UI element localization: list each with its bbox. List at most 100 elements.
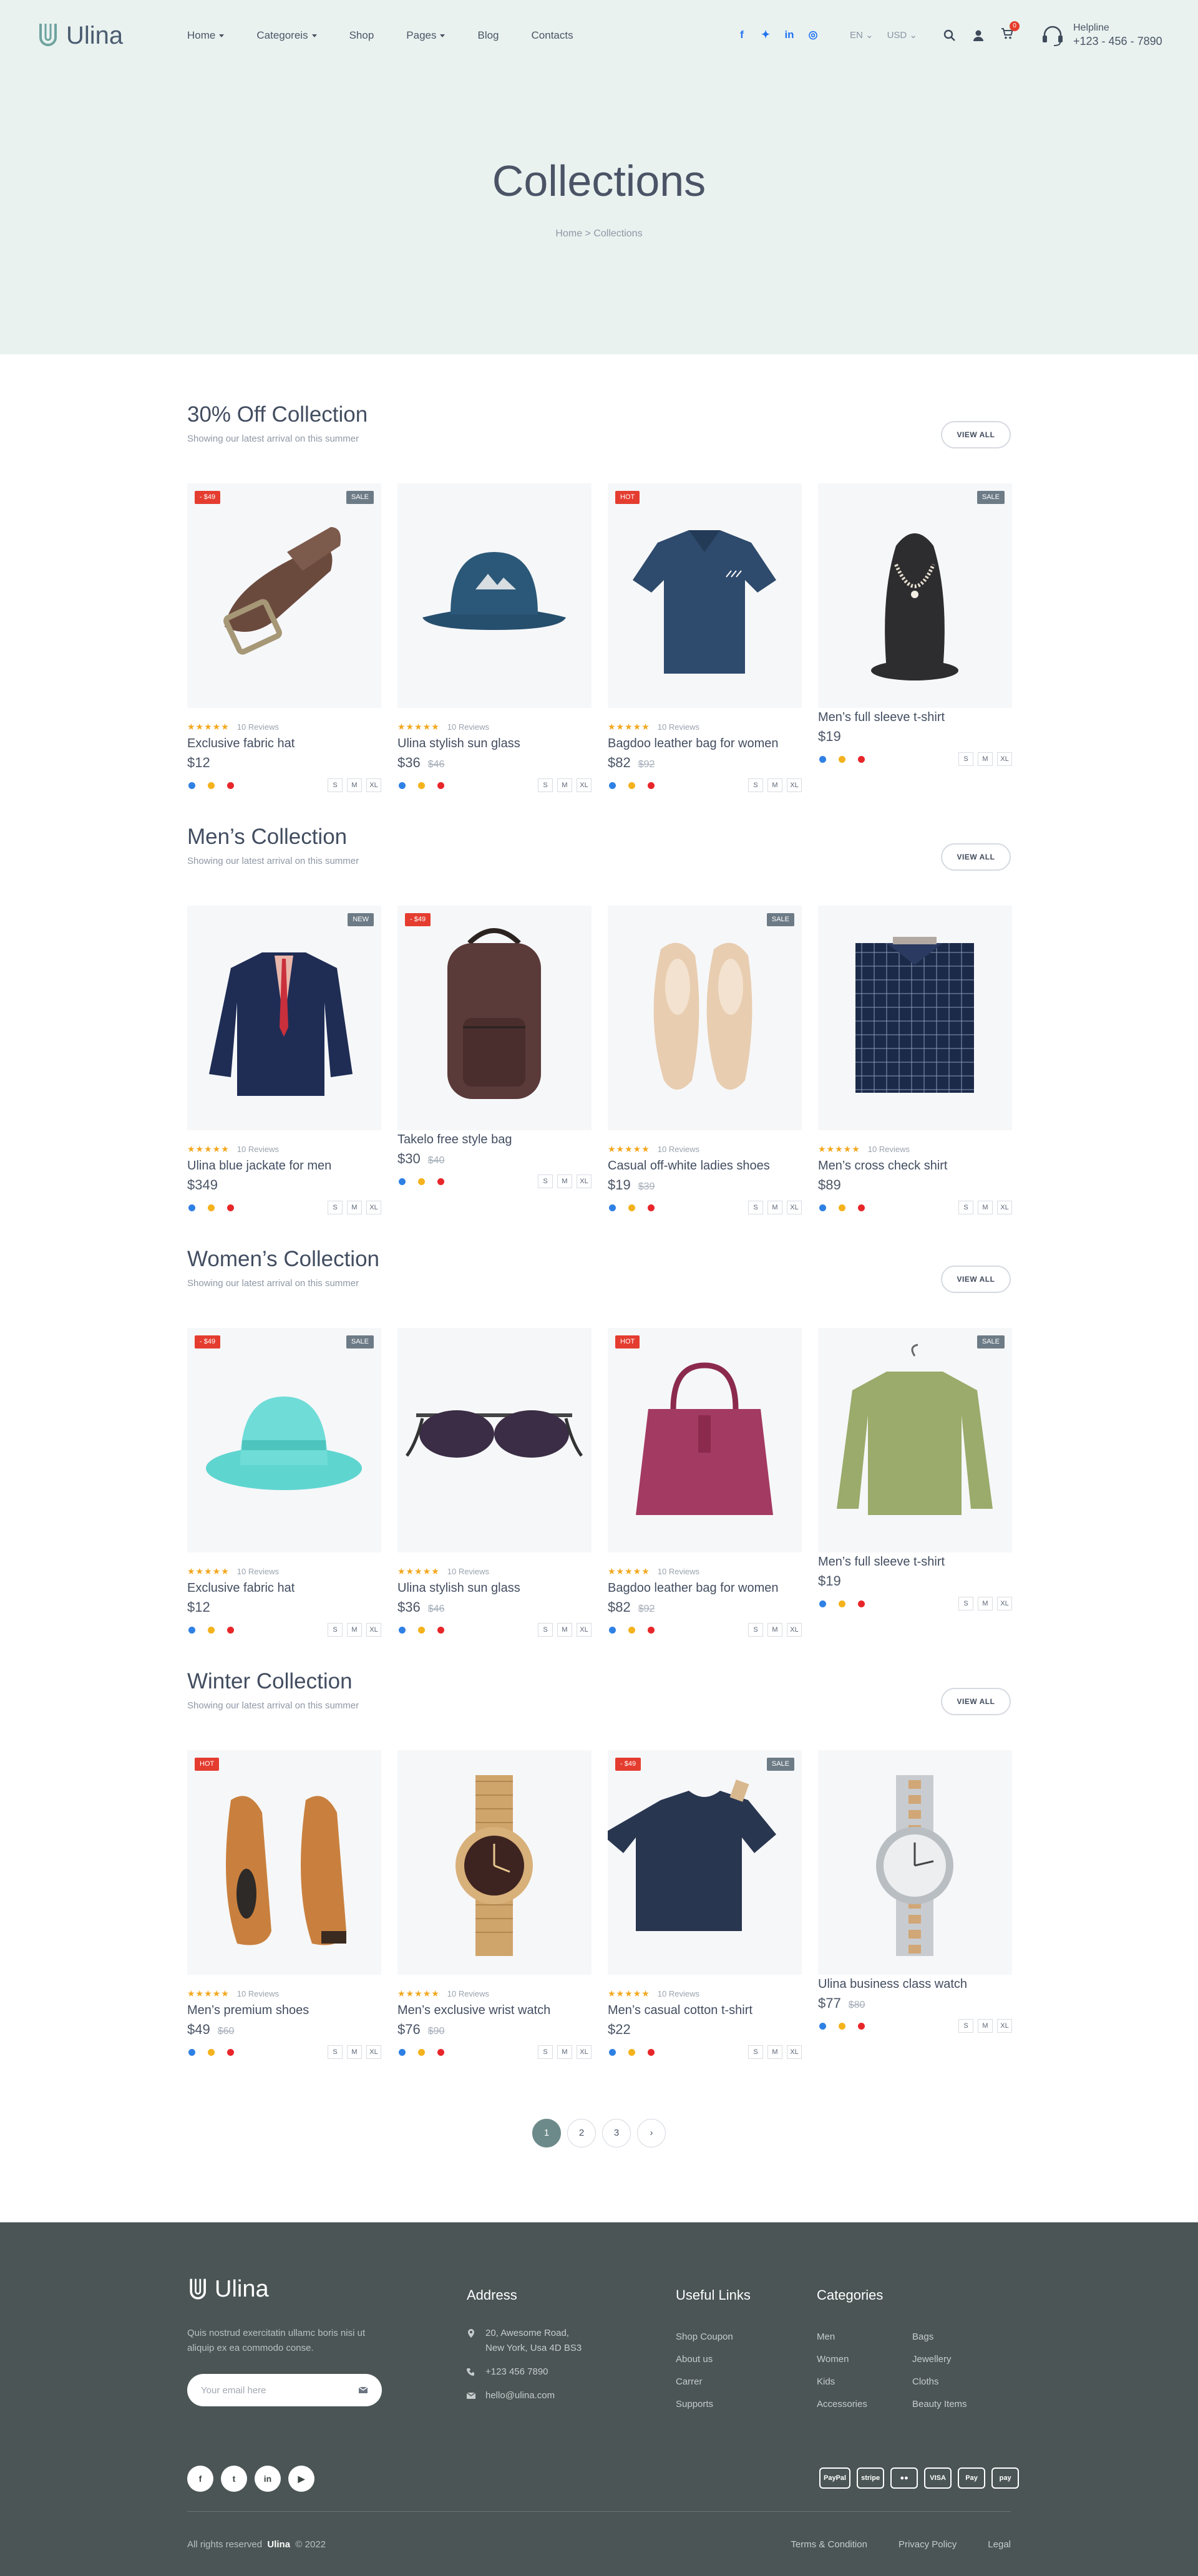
page-3-button[interactable]: 3 [602, 2119, 631, 2147]
review-count[interactable]: 10 Reviews [447, 1989, 489, 1998]
product-name[interactable]: Men’s full sleeve t-shirt [818, 710, 1012, 725]
color-swatch-yellow[interactable] [208, 1204, 215, 1211]
product-card[interactable]: SALE Men’s full sleeve t-shirt $19 S M XL [818, 483, 1012, 792]
cart-button[interactable]: 0 [1001, 21, 1020, 43]
color-swatch-yellow[interactable] [208, 2048, 215, 2056]
product-card[interactable]: - $49 SALE ★★★★★ 10 Reviews Men’s casual cot… [608, 1750, 802, 2059]
size-option[interactable]: M [978, 752, 993, 766]
breadcrumb[interactable]: Home > Collections [0, 228, 1198, 240]
twitter-icon[interactable]: t [221, 2466, 247, 2492]
product-name[interactable]: Ulina stylish sun glass [397, 1581, 592, 1595]
size-option[interactable]: XL [577, 778, 592, 792]
product-card[interactable]: SALE ★★★★★ 10 Reviews Casual off-white ladi… [608, 906, 802, 1214]
color-swatch-red[interactable] [648, 1626, 655, 1634]
category-link[interactable]: Women [817, 2348, 867, 2371]
color-swatch-red[interactable] [858, 755, 865, 763]
size-option[interactable]: M [347, 1201, 362, 1214]
color-swatch-red[interactable] [437, 1178, 444, 1185]
size-option[interactable]: S [748, 778, 763, 792]
size-option[interactable]: XL [366, 1623, 381, 1637]
product-name[interactable]: Men’s cross check shirt [818, 1159, 1012, 1173]
newsletter-form[interactable]: Your email here [187, 2374, 382, 2406]
product-image[interactable] [818, 1750, 1012, 1975]
size-option[interactable]: XL [577, 2045, 592, 2059]
review-count[interactable]: 10 Reviews [237, 1567, 279, 1576]
color-swatch-blue[interactable] [819, 1204, 826, 1211]
product-name[interactable]: Ulina stylish sun glass [397, 737, 592, 751]
copyright-brand[interactable]: Ulina [267, 2539, 290, 2550]
size-option[interactable]: S [748, 1201, 763, 1214]
size-option[interactable]: S [328, 778, 343, 792]
color-swatch-blue[interactable] [399, 2048, 406, 2056]
link-shop-coupon[interactable]: Shop Coupon [676, 2326, 733, 2348]
product-image[interactable]: - $49 SALE [187, 483, 381, 708]
color-swatch-red[interactable] [227, 782, 234, 789]
legal-link[interactable]: Legal [988, 2539, 1011, 2550]
product-card[interactable]: HOT ★★★★★ 10 Reviews Bagdoo leather bag for… [608, 1328, 802, 1637]
footer-logo[interactable]: Ulina [187, 2276, 269, 2303]
nav-home[interactable]: Home [187, 29, 225, 42]
next-page-button[interactable]: › [637, 2119, 666, 2147]
product-name[interactable]: Ulina business class watch [818, 1977, 1012, 1992]
color-swatch-red[interactable] [648, 2048, 655, 2056]
footer-email[interactable]: hello@ulina.com [485, 2388, 555, 2403]
currency-select[interactable]: USD ⌄ [887, 29, 917, 41]
product-name[interactable]: Men’s premium shoes [187, 2003, 381, 2018]
category-link[interactable]: Beauty Items [912, 2393, 967, 2416]
product-name[interactable]: Exclusive fabric hat [187, 737, 381, 751]
color-swatch-blue[interactable] [188, 782, 195, 789]
size-option[interactable]: M [557, 2045, 572, 2059]
product-card[interactable]: NEW ★★★★★ 10 Reviews Ulina blue jackate for… [187, 906, 381, 1214]
color-swatch-red[interactable] [858, 2022, 865, 2030]
color-swatch-yellow[interactable] [628, 782, 635, 789]
color-swatch-blue[interactable] [399, 1178, 406, 1185]
color-swatch-yellow[interactable] [418, 782, 425, 789]
size-option[interactable]: S [748, 2045, 763, 2059]
color-swatch-blue[interactable] [609, 782, 616, 789]
size-option[interactable]: M [767, 778, 782, 792]
category-link[interactable]: Cloths [912, 2371, 967, 2393]
product-name[interactable]: Takelo free style bag [397, 1133, 592, 1147]
nav-shop[interactable]: Shop [349, 29, 374, 42]
size-option[interactable]: M [347, 778, 362, 792]
site-logo[interactable]: Ulina [36, 21, 123, 50]
category-link[interactable]: Kids [817, 2371, 867, 2393]
product-card[interactable]: ★★★★★ 10 Reviews Men’s cross check shirt $8… [818, 906, 1012, 1214]
size-option[interactable]: M [767, 2045, 782, 2059]
color-swatch-red[interactable] [437, 2048, 444, 2056]
color-swatch-blue[interactable] [188, 2048, 195, 2056]
product-image[interactable]: SALE [818, 1328, 1012, 1552]
link-about-us[interactable]: About us [676, 2348, 733, 2371]
product-card[interactable]: - $49 SALE ★★★★★ 10 Reviews Exclusive fabric… [187, 483, 381, 792]
view-all-button[interactable]: VIEW ALL [941, 843, 1011, 871]
size-option[interactable]: M [978, 1597, 993, 1610]
product-image[interactable]: HOT [187, 1750, 381, 1975]
size-option[interactable]: M [347, 2045, 362, 2059]
product-image[interactable]: - $49 [397, 906, 592, 1130]
color-swatch-red[interactable] [437, 1626, 444, 1634]
size-option[interactable]: M [347, 1623, 362, 1637]
color-swatch-yellow[interactable] [418, 1178, 425, 1185]
size-option[interactable]: XL [997, 752, 1012, 766]
facebook-icon[interactable]: f [736, 29, 748, 41]
color-swatch-red[interactable] [227, 2048, 234, 2056]
facebook-icon[interactable]: f [187, 2466, 213, 2492]
helpline-number[interactable]: +123 - 456 - 7890 [1073, 35, 1162, 48]
review-count[interactable]: 10 Reviews [658, 1989, 699, 1998]
user-icon[interactable] [972, 29, 985, 42]
size-option[interactable]: M [557, 1174, 572, 1188]
product-name[interactable]: Ulina blue jackate for men [187, 1159, 381, 1173]
page-1-button[interactable]: 1 [532, 2119, 561, 2147]
size-option[interactable]: XL [787, 778, 802, 792]
privacy-link[interactable]: Privacy Policy [898, 2539, 957, 2550]
color-swatch-yellow[interactable] [418, 2048, 425, 2056]
color-swatch-yellow[interactable] [208, 1626, 215, 1634]
nav-contacts[interactable]: Contacts [532, 29, 573, 42]
view-all-button[interactable]: VIEW ALL [941, 421, 1011, 448]
review-count[interactable]: 10 Reviews [237, 1989, 279, 1998]
product-image[interactable] [818, 906, 1012, 1130]
review-count[interactable]: 10 Reviews [447, 722, 489, 732]
color-swatch-yellow[interactable] [208, 782, 215, 789]
product-name[interactable]: Men’s exclusive wrist watch [397, 2003, 592, 2018]
color-swatch-blue[interactable] [819, 2022, 826, 2030]
